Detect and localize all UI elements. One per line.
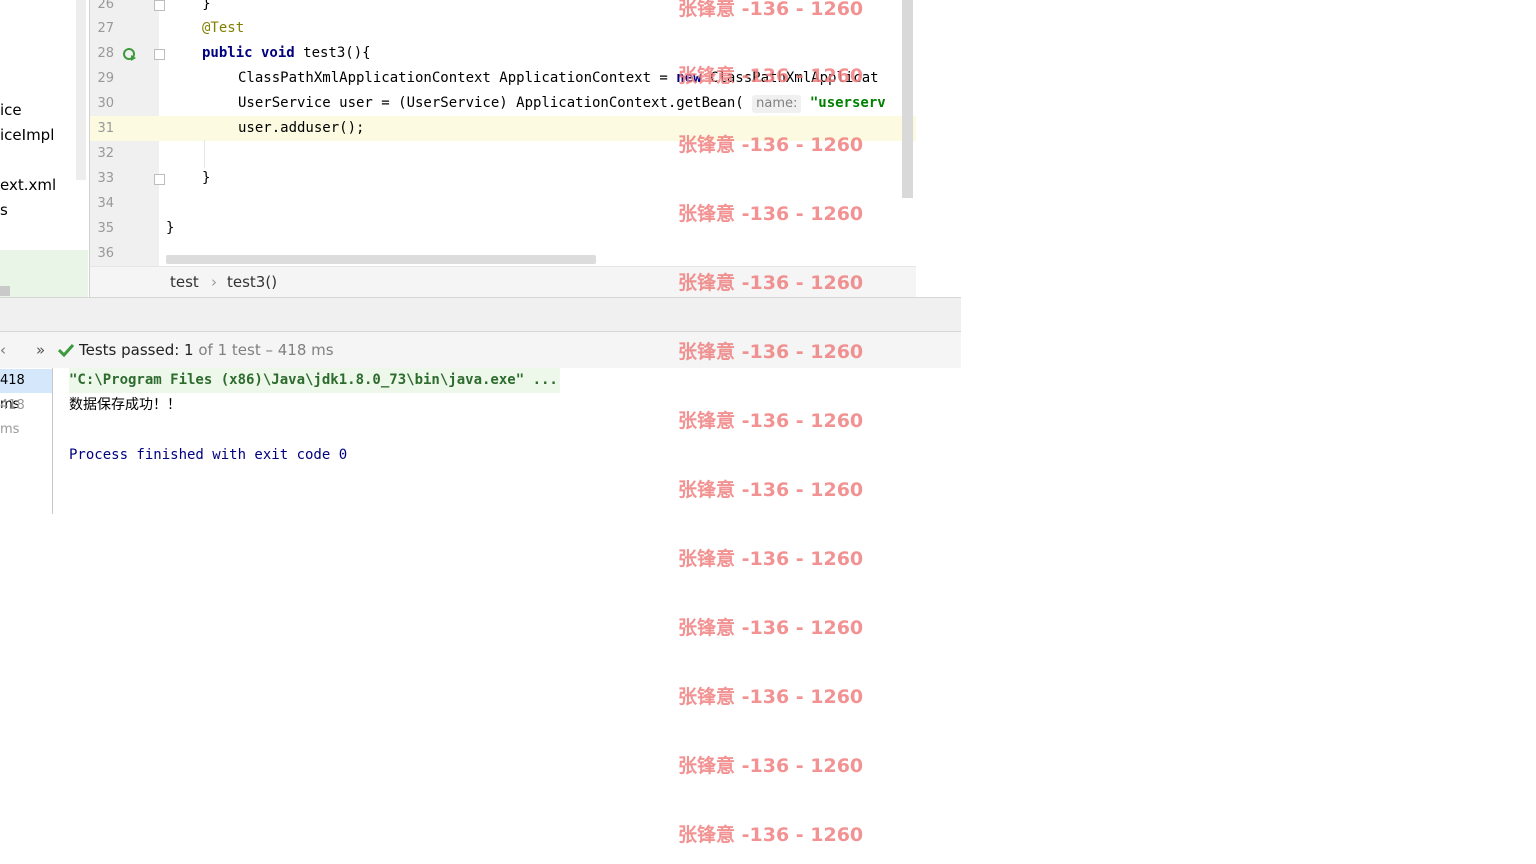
expand-more-icon[interactable]: » [36, 332, 45, 368]
code-line[interactable]: 26 } [90, 0, 916, 17]
test-time-row-selected[interactable]: 418 ms [0, 369, 52, 412]
tree-item[interactable]: iceImpl [0, 126, 54, 144]
line-number: 31 [97, 121, 114, 136]
breadcrumb-item[interactable]: test3() [227, 267, 277, 297]
code-text: } [202, 170, 211, 186]
code-text: user.adduser(); [238, 120, 365, 136]
code-segment: ClassPathXmlApplicat [701, 70, 879, 86]
code-line[interactable]: 30 UserService user = (UserService) Appl… [90, 91, 916, 116]
keyword: new [676, 70, 702, 86]
console-exit-message: Process finished with exit code 0 [69, 447, 348, 463]
code-segment: UserService user = (UserService) Applica… [238, 95, 753, 111]
test-status-count: 1 [179, 341, 194, 359]
fold-marker-icon[interactable] [154, 174, 165, 185]
string-literal: "userserv [809, 95, 886, 111]
console-text: 数据保存成功！！ [69, 397, 181, 413]
tree-scrollbar[interactable] [76, 0, 86, 180]
code-text: ClassPathXmlApplicationContext Applicati… [238, 66, 879, 91]
console-output[interactable]: "C:\Program Files (x86)\Java\jdk1.8.0_73… [53, 368, 961, 514]
editor-horizontal-scrollbar[interactable] [166, 255, 596, 264]
watermark: 张锋意 -136 - 1260 [678, 755, 864, 777]
tree-item[interactable]: ice [0, 101, 22, 119]
test-time: 418 ms [0, 398, 25, 437]
chevron-left-icon[interactable]: ‹ [0, 332, 6, 368]
parameter-hint: name: [752, 95, 802, 113]
breadcrumb: test › test3() [90, 266, 916, 297]
code-line[interactable]: 28 public void test3(){ [90, 41, 916, 66]
indent-guide [204, 140, 205, 168]
code-text: UserService user = (UserService) Applica… [238, 91, 886, 116]
editor-vertical-scrollbar[interactable] [902, 0, 913, 198]
code-text: @Test [202, 20, 245, 36]
keyword: public void [202, 45, 295, 61]
code-line-current[interactable]: 31 user.adduser(); [90, 116, 916, 141]
run-toolbar: ‹ » Tests passed: 1 of 1 test – 418 ms [0, 331, 961, 369]
breadcrumb-item[interactable]: test [170, 267, 199, 297]
test-status-label: Tests passed: [79, 341, 180, 359]
code-editor[interactable]: 26 } 27 @Test 28 public void test3(){ 29… [89, 0, 916, 297]
watermark: 张锋意 -136 - 1260 [678, 686, 864, 708]
tree-selected-row[interactable] [0, 250, 88, 297]
fold-marker-icon[interactable] [154, 0, 165, 11]
code-line[interactable]: 29 ClassPathXmlApplicationContext Applic… [90, 66, 916, 91]
code-line[interactable]: 27 @Test [90, 16, 916, 41]
code-text: } [202, 0, 211, 12]
test-status: Tests passed: 1 of 1 test – 418 ms [79, 332, 334, 368]
tree-item[interactable]: ext.xml [0, 176, 56, 194]
line-number: 28 [97, 46, 114, 61]
code-line[interactable]: 35 } [90, 216, 916, 241]
code-line[interactable]: 32 [90, 141, 916, 166]
chevron-right-icon: › [211, 273, 217, 291]
run-tool-header [0, 297, 961, 332]
code-segment: ClassPathXmlApplicationContext Applicati… [238, 70, 677, 86]
line-number: 35 [97, 221, 114, 236]
test-tree: 418 ms 418 ms [0, 368, 53, 514]
line-number: 30 [97, 96, 114, 111]
code-text: public void test3(){ [202, 41, 371, 66]
console-command: "C:\Program Files (x86)\Java\jdk1.8.0_73… [69, 368, 560, 393]
check-icon [58, 343, 74, 357]
run-test-icon[interactable] [123, 48, 136, 61]
line-number: 29 [97, 71, 114, 86]
watermark: 张锋意 -136 - 1260 [678, 824, 864, 846]
line-number: 27 [97, 21, 114, 36]
code-line[interactable]: 33 } [90, 166, 916, 191]
line-number: 33 [97, 171, 114, 186]
line-number: 34 [97, 196, 114, 211]
watermark: 张锋意 -136 - 1260 [678, 548, 864, 570]
line-number: 26 [97, 0, 114, 12]
line-number: 32 [97, 146, 114, 161]
line-number: 36 [97, 246, 114, 261]
code-text: } [166, 220, 175, 236]
code-line[interactable]: 34 [90, 191, 916, 216]
watermark: 张锋意 -136 - 1260 [678, 617, 864, 639]
tree-horizontal-scrollbar[interactable] [0, 286, 10, 296]
tree-item[interactable]: s [0, 201, 8, 219]
test-status-detail: of 1 test – 418 ms [193, 341, 334, 359]
code-segment: test3(){ [294, 45, 371, 61]
test-time-row[interactable]: 418 ms [0, 394, 52, 437]
fold-marker-icon[interactable] [154, 49, 165, 60]
